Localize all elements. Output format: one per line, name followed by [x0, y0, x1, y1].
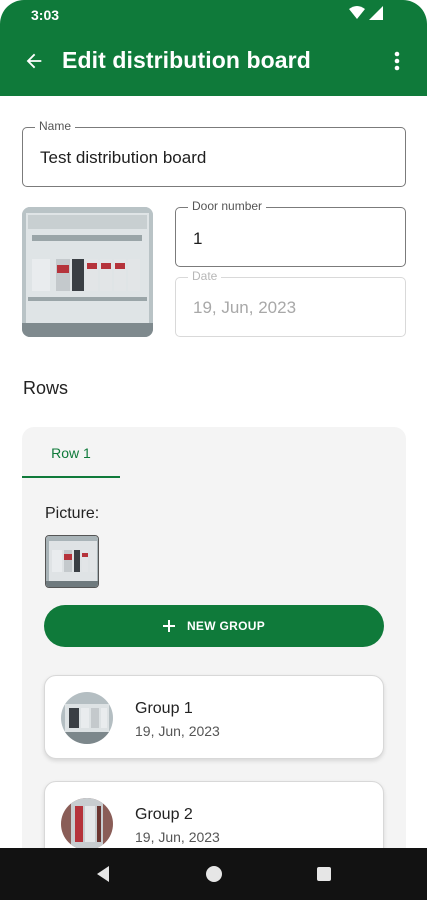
rows-card: Row 1 Picture: NEW GROUP Group 1 19, Jun…	[22, 427, 406, 867]
tab-row-1[interactable]: Row 1	[22, 427, 120, 479]
system-nav-bar	[0, 848, 427, 900]
date-field-label: Date	[188, 269, 222, 283]
plus-icon	[162, 620, 175, 632]
group-avatar	[61, 798, 113, 850]
name-field-label: Name	[35, 119, 76, 133]
more-options-button[interactable]	[385, 47, 409, 75]
new-group-button[interactable]: NEW GROUP	[44, 605, 384, 647]
square-recents-icon	[317, 867, 331, 881]
wifi-icon	[349, 6, 365, 19]
group-date: 19, Jun, 2023	[135, 829, 220, 845]
row-picture-image	[46, 536, 98, 587]
group-1-image	[61, 692, 113, 744]
rows-heading: Rows	[23, 378, 69, 398]
triangle-back-icon	[97, 866, 109, 882]
name-field[interactable]: Name Test distribution board	[22, 119, 406, 187]
group-card[interactable]: Group 1 19, Jun, 2023	[44, 675, 384, 759]
group-2-image	[61, 798, 113, 850]
door-number-value: 1	[193, 229, 203, 248]
page-title: Edit distribution board	[62, 47, 311, 73]
tab-indicator	[22, 476, 120, 478]
group-name: Group 2	[135, 806, 193, 823]
signal-icon	[369, 6, 383, 20]
door-number-label: Door number	[188, 199, 267, 213]
group-avatar	[61, 692, 113, 744]
name-field-value: Test distribution board	[40, 148, 207, 167]
status-time: 3:03	[31, 7, 60, 23]
group-name: Group 1	[135, 700, 193, 717]
nav-back-button[interactable]	[90, 861, 116, 887]
group-date: 19, Jun, 2023	[135, 723, 220, 739]
door-number-field[interactable]: Door number 1	[175, 199, 406, 267]
more-vert-icon	[394, 51, 400, 71]
back-button[interactable]	[20, 47, 48, 75]
date-field-value: 19, Jun, 2023	[193, 298, 297, 317]
circle-home-icon	[206, 866, 222, 882]
tab-row-1-label: Row 1	[51, 445, 91, 461]
picture-label: Picture:	[45, 505, 100, 522]
board-photo[interactable]	[22, 207, 153, 337]
nav-home-button[interactable]	[201, 861, 227, 887]
app-bar: 3:03 Edit distribution board	[0, 0, 427, 96]
nav-recents-button[interactable]	[311, 861, 337, 887]
date-field: Date 19, Jun, 2023	[175, 269, 406, 337]
arrow-back-icon	[26, 53, 42, 69]
distribution-board-image	[22, 207, 153, 337]
new-group-label: NEW GROUP	[186, 619, 266, 633]
row-picture-thumbnail[interactable]	[45, 535, 99, 588]
status-icons	[349, 6, 383, 20]
